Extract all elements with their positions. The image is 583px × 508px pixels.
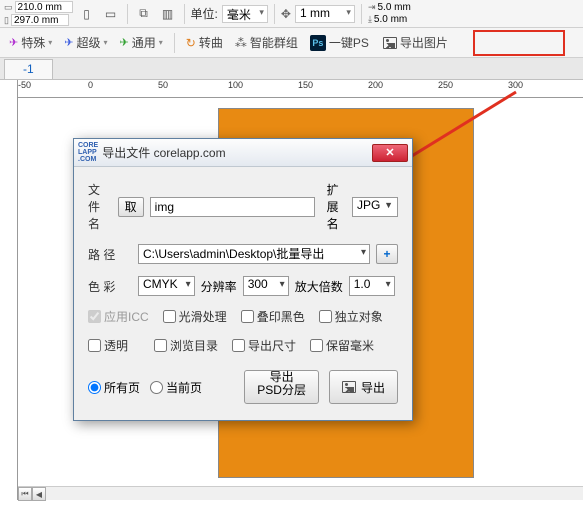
separator [127, 4, 128, 24]
dialog-titlebar[interactable]: CORELAPP.COM 导出文件 corelapp.com ✕ [74, 139, 412, 167]
all-pages-radio[interactable]: 所有页 [88, 379, 140, 396]
separator [174, 33, 175, 53]
apply-icc-checkbox[interactable]: 应用ICC [88, 308, 149, 325]
common-button[interactable]: ✈通用▾ [117, 32, 166, 53]
export-button[interactable]: 导出 [329, 370, 398, 404]
page-height-input[interactable] [11, 14, 69, 26]
path-label: 路 径 [88, 246, 132, 263]
horizontal-scrollbar[interactable]: ⏮ ◀ [18, 486, 583, 500]
nudge-input[interactable]: 1 mm [295, 5, 355, 23]
separator [361, 4, 362, 24]
browse-dir-checkbox[interactable]: 浏览目录 [154, 337, 218, 354]
keep-mm-checkbox[interactable]: 保留毫米 [310, 337, 374, 354]
path-select[interactable]: C:\Users\admin\Desktop\批量导出 [138, 244, 370, 264]
export-psd-layers-button[interactable]: 导出PSD分层 [244, 370, 319, 404]
landscape-button[interactable]: ▭ [101, 4, 121, 24]
send-icon: ✈ [64, 36, 73, 49]
prev-page-button[interactable]: ◀ [32, 487, 46, 501]
portrait-button[interactable]: ▯ [77, 4, 97, 24]
page-width-input[interactable] [15, 1, 73, 13]
color-mode-select[interactable]: CMYK [138, 276, 195, 296]
image-icon [383, 37, 397, 49]
add-path-button[interactable]: + [376, 244, 398, 264]
send-icon: ✈ [120, 36, 129, 49]
canvas[interactable]: CORELAPP.COM 导出文件 corelapp.com ✕ 文件名 取 扩… [18, 98, 583, 508]
send-icon: ✈ [9, 36, 18, 49]
unit-label: 单位: [191, 5, 218, 22]
super-button[interactable]: ✈超级▾ [61, 32, 110, 53]
document-tabs: -1 [0, 58, 583, 80]
nudge-icon: ✥ [281, 7, 291, 21]
horizontal-ruler: -50 0 50 100 150 200 250 300 [18, 80, 583, 98]
property-bar: ▭ ▯ ▯ ▭ ⧉ ▥ 单位: 毫米 ✥ 1 mm ⇥5.0 mm ⤓5.0 m… [0, 0, 583, 28]
get-filename-button[interactable]: 取 [118, 197, 144, 217]
dialog-title-text: 导出文件 corelapp.com [102, 144, 372, 161]
scale-select[interactable]: 1.0 [349, 276, 395, 296]
dpi-select[interactable]: 300 [243, 276, 289, 296]
dpi-label: 分辨率 [201, 278, 237, 295]
dup-y-value: 5.0 mm [374, 14, 407, 25]
to-curve-button[interactable]: ↻转曲 [183, 32, 226, 53]
pages-icon[interactable]: ⧉ [134, 4, 154, 24]
photoshop-icon: Ps [310, 35, 326, 51]
vertical-ruler [0, 80, 18, 500]
group-icon: ⁂ [235, 36, 247, 50]
overprint-checkbox[interactable]: 叠印黑色 [241, 308, 305, 325]
close-button[interactable]: ✕ [372, 144, 408, 162]
smooth-checkbox[interactable]: 光滑处理 [163, 308, 227, 325]
smart-group-button[interactable]: ⁂智能群组 [232, 32, 301, 53]
extension-label: 扩展名 [327, 181, 346, 232]
dup-x-icon: ⇥ [368, 2, 376, 13]
scale-label: 放大倍数 [295, 278, 343, 295]
height-icon: ▯ [4, 15, 9, 26]
dialog-body: 文件名 取 扩展名 JPG 路 径 C:\Users\admin\Desktop… [74, 167, 412, 420]
tab-doc-1[interactable]: -1 [4, 59, 53, 79]
facing-pages-icon[interactable]: ▥ [158, 4, 178, 24]
image-icon [342, 381, 356, 393]
page-dimensions: ▭ ▯ [4, 1, 73, 26]
current-page-radio[interactable]: 当前页 [150, 379, 202, 396]
duplicate-distance: ⇥5.0 mm ⤓5.0 mm [368, 2, 411, 25]
special-button[interactable]: ✈特殊▾ [6, 32, 55, 53]
color-label: 色 彩 [88, 278, 132, 295]
separator [184, 4, 185, 24]
filename-label: 文件名 [88, 181, 112, 232]
width-icon: ▭ [4, 2, 13, 13]
dup-y-icon: ⤓ [368, 14, 372, 25]
transparent-checkbox[interactable]: 透明 [88, 337, 128, 354]
export-size-checkbox[interactable]: 导出尺寸 [232, 337, 296, 354]
first-page-button[interactable]: ⏮ [18, 487, 32, 501]
refresh-icon: ↻ [186, 36, 196, 50]
one-key-ps-button[interactable]: Ps一键PS [307, 32, 372, 53]
export-image-button[interactable]: 导出图片 [378, 32, 453, 53]
unit-select[interactable]: 毫米 [222, 5, 268, 23]
dup-x-value: 5.0 mm [377, 2, 410, 13]
extension-select[interactable]: JPG [352, 197, 398, 217]
filename-input[interactable] [150, 197, 315, 217]
plugin-toolbar: ✈特殊▾ ✈超级▾ ✈通用▾ ↻转曲 ⁂智能群组 Ps一键PS 导出图片 [0, 28, 583, 58]
corelapp-logo: CORELAPP.COM [78, 142, 98, 163]
separator [274, 4, 275, 24]
export-dialog: CORELAPP.COM 导出文件 corelapp.com ✕ 文件名 取 扩… [73, 138, 413, 421]
independent-checkbox[interactable]: 独立对象 [319, 308, 383, 325]
